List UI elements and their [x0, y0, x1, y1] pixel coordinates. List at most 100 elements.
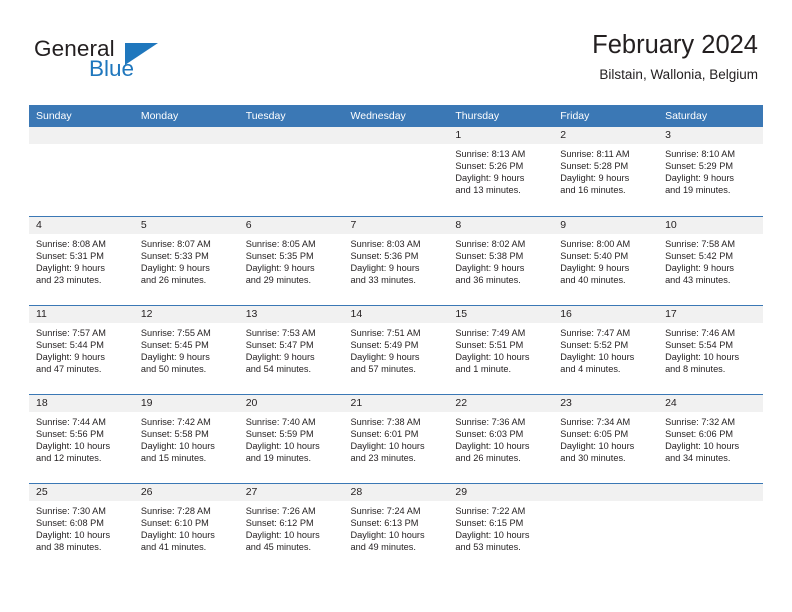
day-sun-info: Sunrise: 7:28 AM Sunset: 6:10 PM Daylight:… — [134, 501, 239, 553]
calendar-day-cell[interactable]: 26 Sunrise: 7:28 AM Sunset: 6:10 PM Dayligh… — [133, 483, 239, 572]
day-sun-info: Sunrise: 7:47 AM Sunset: 5:52 PM Daylight:… — [553, 323, 658, 375]
day-number: 2 — [553, 127, 659, 144]
calendar-day-cell[interactable]: 19 Sunrise: 7:42 AM Sunset: 5:58 PM Dayligh… — [133, 394, 239, 483]
calendar-table: Sunday Monday Tuesday Wednesday Thursday Frid… — [29, 105, 763, 572]
sunset-text: Sunset: 6:05 PM — [560, 429, 629, 440]
day-number: 20 — [238, 395, 344, 412]
daylight-text-line1: Daylight: 9 hours — [350, 263, 420, 274]
day-number: 22 — [448, 395, 554, 412]
calendar-week-row: 11 Sunrise: 7:57 AM Sunset: 5:44 PM Dayligh… — [29, 305, 763, 394]
calendar-day-cell[interactable]: 22 Sunrise: 7:36 AM Sunset: 6:03 PM Dayligh… — [448, 394, 554, 483]
day-sun-info: Sunrise: 7:36 AM Sunset: 6:03 PM Daylight:… — [448, 412, 553, 464]
calendar-day-cell[interactable]: 14 Sunrise: 7:51 AM Sunset: 5:49 PM Dayligh… — [343, 305, 449, 394]
sunrise-text: Sunrise: 8:02 AM — [455, 239, 526, 249]
day-sun-info: Sunrise: 7:46 AM Sunset: 5:54 PM Daylight:… — [658, 323, 763, 375]
sunrise-text: Sunrise: 8:05 AM — [245, 239, 316, 249]
day-sun-info: Sunrise: 7:42 AM Sunset: 5:58 PM Daylight:… — [134, 412, 239, 464]
calendar-week-row: 4 Sunrise: 8:08 AM Sunset: 5:31 PM Daylight… — [29, 216, 763, 305]
calendar-day-cell[interactable]: 3 Sunrise: 8:10 AM Sunset: 5:29 PM Daylight… — [658, 127, 763, 216]
daylight-text-line2: and 26 minutes. — [455, 453, 521, 464]
sunrise-text: Sunrise: 7:22 AM — [455, 506, 526, 516]
page-subtitle: Bilstain, Wallonia, Belgium — [599, 67, 758, 82]
daylight-text-line1: Daylight: 9 hours — [36, 263, 105, 274]
sunrise-text: Sunrise: 7:55 AM — [140, 328, 211, 338]
daylight-text-line1: Daylight: 9 hours — [36, 352, 105, 363]
calendar-day-cell[interactable]: 8 Sunrise: 8:02 AM Sunset: 5:38 PM Daylight… — [448, 216, 554, 305]
calendar-day-cell[interactable]: 28 Sunrise: 7:24 AM Sunset: 6:13 PM Dayligh… — [343, 483, 449, 572]
sunset-text: Sunset: 5:29 PM — [665, 161, 733, 172]
calendar-day-cell[interactable]: 9 Sunrise: 8:00 AM Sunset: 5:40 PM Daylight… — [553, 216, 659, 305]
sunrise-text: Sunrise: 7:47 AM — [560, 328, 631, 338]
calendar-body: 1 Sunrise: 8:13 AM Sunset: 5:26 PM Daylight… — [29, 127, 763, 572]
day-number: 25 — [29, 484, 134, 501]
sunset-text: Sunset: 6:12 PM — [245, 518, 314, 529]
calendar-day-cell[interactable]: 4 Sunrise: 8:08 AM Sunset: 5:31 PM Daylight… — [29, 216, 134, 305]
day-sun-info: Sunrise: 8:00 AM Sunset: 5:40 PM Daylight:… — [553, 234, 658, 286]
sunrise-text: Sunrise: 7:46 AM — [665, 328, 736, 338]
day-number: 15 — [448, 306, 554, 323]
day-number: 8 — [448, 217, 554, 234]
calendar-day-cell[interactable]: 24 Sunrise: 7:32 AM Sunset: 6:06 PM Dayligh… — [658, 394, 763, 483]
sunset-text: Sunset: 5:31 PM — [36, 251, 104, 262]
calendar-day-cell[interactable]: 18 Sunrise: 7:44 AM Sunset: 5:56 PM Dayligh… — [29, 394, 134, 483]
sunrise-text: Sunrise: 8:10 AM — [665, 149, 736, 159]
weekday-header-saturday: Saturday — [658, 105, 763, 127]
calendar-day-cell[interactable]: 29 Sunrise: 7:22 AM Sunset: 6:15 PM Dayligh… — [448, 483, 554, 572]
daylight-text-line1: Daylight: 10 hours — [350, 441, 425, 452]
day-number: 29 — [448, 484, 554, 501]
calendar-day-cell[interactable]: 7 Sunrise: 8:03 AM Sunset: 5:36 PM Daylight… — [343, 216, 449, 305]
daylight-text-line1: Daylight: 10 hours — [455, 530, 530, 541]
day-sun-info: Sunrise: 7:32 AM Sunset: 6:06 PM Daylight:… — [658, 412, 763, 464]
day-sun-info: Sunrise: 7:53 AM Sunset: 5:47 PM Daylight:… — [239, 323, 344, 375]
calendar-day-cell[interactable]: 23 Sunrise: 7:34 AM Sunset: 6:05 PM Dayligh… — [553, 394, 659, 483]
calendar-day-cell[interactable]: 5 Sunrise: 8:07 AM Sunset: 5:33 PM Daylight… — [133, 216, 239, 305]
calendar-day-cell[interactable]: 27 Sunrise: 7:26 AM Sunset: 6:12 PM Dayligh… — [238, 483, 344, 572]
calendar-day-cell[interactable]: 1 Sunrise: 8:13 AM Sunset: 5:26 PM Daylight… — [448, 127, 554, 216]
calendar-day-cell[interactable]: 25 Sunrise: 7:30 AM Sunset: 6:08 PM Dayligh… — [29, 483, 134, 572]
calendar-day-cell[interactable]: 10 Sunrise: 7:58 AM Sunset: 5:42 PM Dayligh… — [658, 216, 763, 305]
calendar-day-cell[interactable]: 13 Sunrise: 7:53 AM Sunset: 5:47 PM Dayligh… — [238, 305, 344, 394]
day-number: 24 — [658, 395, 763, 412]
daylight-text-line2: and 54 minutes. — [245, 364, 312, 375]
daylight-text-line2: and 47 minutes. — [36, 364, 102, 375]
sunset-text: Sunset: 5:40 PM — [560, 251, 629, 262]
calendar-day-cell[interactable]: 11 Sunrise: 7:57 AM Sunset: 5:44 PM Dayligh… — [29, 305, 134, 394]
calendar-day-cell[interactable]: 20 Sunrise: 7:40 AM Sunset: 5:59 PM Dayligh… — [238, 394, 344, 483]
sunrise-text: Sunrise: 8:07 AM — [140, 239, 211, 249]
sunrise-text: Sunrise: 7:26 AM — [245, 506, 316, 516]
sunset-text: Sunset: 5:26 PM — [455, 161, 524, 172]
day-number: 17 — [658, 306, 763, 323]
daylight-text-line2: and 15 minutes. — [140, 453, 207, 464]
logo-text-blue: Blue — [89, 56, 135, 81]
daylight-text-line2: and 50 minutes. — [140, 364, 207, 375]
daylight-text-line1: Daylight: 10 hours — [140, 441, 215, 452]
calendar-day-cell[interactable]: 15 Sunrise: 7:49 AM Sunset: 5:51 PM Dayligh… — [448, 305, 554, 394]
daylight-text-line1: Daylight: 9 hours — [560, 263, 630, 274]
calendar-day-cell[interactable]: 2 Sunrise: 8:11 AM Sunset: 5:28 PM Daylight… — [553, 127, 659, 216]
daylight-text-line1: Daylight: 10 hours — [350, 530, 425, 541]
day-sun-info: Sunrise: 7:44 AM Sunset: 5:56 PM Daylight:… — [29, 412, 134, 464]
sunrise-text: Sunrise: 7:32 AM — [665, 417, 736, 427]
day-sun-info: Sunrise: 8:10 AM Sunset: 5:29 PM Daylight:… — [658, 144, 763, 196]
day-sun-info: Sunrise: 8:07 AM Sunset: 5:33 PM Daylight:… — [134, 234, 239, 286]
daylight-text-line2: and 45 minutes. — [245, 542, 312, 553]
day-number: 5 — [133, 217, 239, 234]
calendar-day-cell[interactable]: 12 Sunrise: 7:55 AM Sunset: 5:45 PM Dayligh… — [133, 305, 239, 394]
daylight-text-line2: and 12 minutes. — [36, 453, 102, 464]
calendar-day-cell-empty — [343, 127, 449, 216]
sunset-text: Sunset: 5:45 PM — [140, 340, 209, 351]
daylight-text-line2: and 49 minutes. — [350, 542, 416, 553]
sunset-text: Sunset: 5:36 PM — [350, 251, 419, 262]
calendar-day-cell[interactable]: 16 Sunrise: 7:47 AM Sunset: 5:52 PM Dayligh… — [553, 305, 659, 394]
day-number: 18 — [29, 395, 134, 412]
calendar-day-cell-empty — [658, 483, 763, 572]
sunrise-text: Sunrise: 7:30 AM — [36, 506, 106, 516]
sunset-text: Sunset: 6:01 PM — [350, 429, 419, 440]
sunrise-text: Sunrise: 7:58 AM — [665, 239, 736, 249]
calendar-day-cell[interactable]: 6 Sunrise: 8:05 AM Sunset: 5:35 PM Daylight… — [238, 216, 344, 305]
calendar-day-cell[interactable]: 21 Sunrise: 7:38 AM Sunset: 6:01 PM Dayligh… — [343, 394, 449, 483]
day-number — [658, 484, 763, 501]
page-header: General Blue February 2024 Bilstain, Wal… — [0, 0, 792, 100]
day-number: 13 — [238, 306, 344, 323]
calendar-day-cell[interactable]: 17 Sunrise: 7:46 AM Sunset: 5:54 PM Dayligh… — [658, 305, 763, 394]
